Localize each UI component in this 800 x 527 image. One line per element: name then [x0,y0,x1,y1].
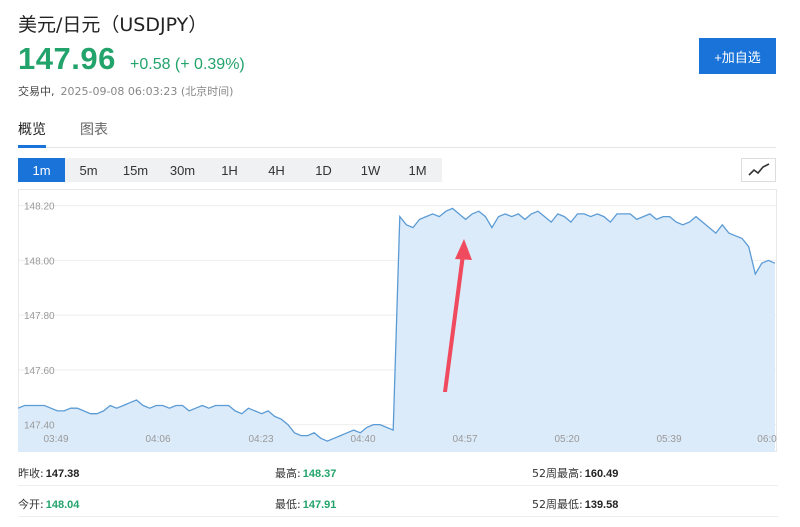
x-tick-label: 05:20 [554,434,579,445]
y-tick-label: 147.40 [24,421,55,432]
y-tick-label: 147.60 [24,366,55,377]
x-tick-label: 04:57 [452,434,477,445]
x-tick-label: 03:49 [43,434,68,445]
price-change: +0.58 (+ 0.39%) [130,56,245,73]
interval-1w[interactable]: 1W [347,158,394,182]
x-tick-label: 04:40 [350,434,375,445]
add-to-watchlist-button[interactable]: +加自选 [699,38,776,74]
stat-52w-high: 52周最高: 160.49 [532,467,619,480]
interval-1mo[interactable]: 1M [394,158,441,182]
x-tick-label: 04:23 [248,434,273,445]
y-tick-label: 148.00 [24,256,55,267]
stats-divider [18,516,778,517]
interval-1h[interactable]: 1H [206,158,253,182]
tab-overview[interactable]: 概览 [18,119,46,146]
page-title: 美元/日元（USDJPY） [18,14,208,36]
timestamp: 2025-09-08 06:03:23 (北京时间) [60,85,234,98]
y-tick-label: 148.20 [24,202,55,213]
interval-selector: 1m 5m 15m 30m 1H 4H 1D 1W 1M [18,158,442,182]
interval-15m[interactable]: 15m [112,158,159,182]
interval-1m[interactable]: 1m [18,158,65,182]
stat-high: 最高: 148.37 [275,467,337,480]
tab-bar: 概览 图表 [18,119,108,146]
line-chart-icon [747,163,769,176]
x-tick-label: 05:39 [656,434,681,445]
interval-4h[interactable]: 4H [253,158,300,182]
interval-30m[interactable]: 30m [159,158,206,182]
stat-low: 最低: 147.91 [275,498,337,511]
stat-open: 今开: 148.04 [18,498,80,511]
tab-chart[interactable]: 图表 [80,119,108,146]
stat-52w-low: 52周最低: 139.58 [532,498,619,511]
interval-5m[interactable]: 5m [65,158,112,182]
stat-prev-close: 昨收: 147.38 [18,467,80,480]
price-chart[interactable]: 148.20 148.00 147.80 147.60 147.40 03:49 04:0… [18,189,778,453]
x-tick-label: 06:0 [757,434,777,445]
x-tick-label: 04:06 [145,434,170,445]
tab-divider [18,145,776,148]
trading-status-line: 交易中, 2025-09-08 06:03:23 (北京时间) [18,83,233,99]
current-price: 147.96 [18,41,116,76]
stats-divider [18,485,778,486]
interval-1d[interactable]: 1D [300,158,347,182]
active-tab-indicator [18,145,46,148]
trading-status: 交易中, [18,85,55,98]
chart-type-button[interactable] [741,158,776,182]
y-tick-label: 147.80 [24,311,55,322]
